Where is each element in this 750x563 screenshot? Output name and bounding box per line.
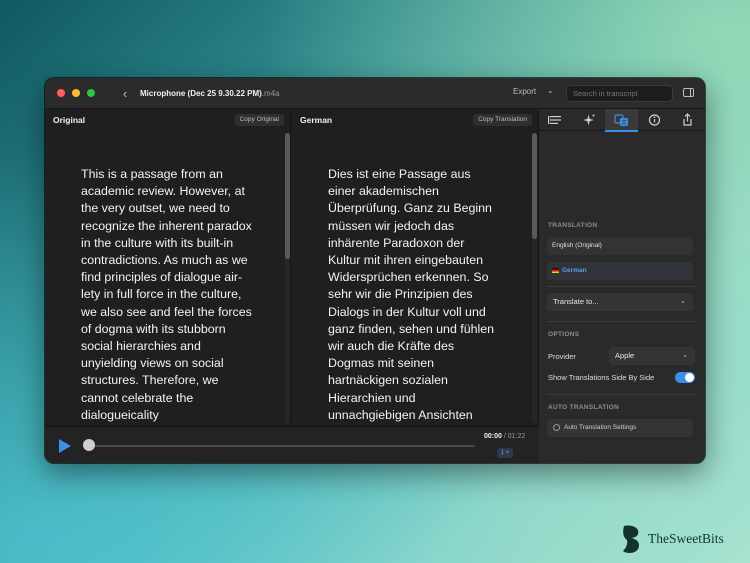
auto-translation-settings-label: Auto Translation Settings	[564, 424, 637, 431]
playhead-knob[interactable]	[83, 439, 95, 451]
inspector-panel: 文 TRANSLATION English (Original) German	[539, 109, 705, 463]
german-flag-icon	[552, 267, 559, 273]
back-chevron-icon[interactable]: ‹	[118, 86, 132, 101]
export-button[interactable]: Export	[513, 87, 536, 96]
translation-pane-title: German	[300, 115, 333, 125]
sidebar-toggle-icon[interactable]	[683, 88, 694, 97]
language-english-original[interactable]: English (Original)	[547, 237, 693, 255]
sparkle-icon	[583, 114, 595, 126]
playback-speed-button[interactable]: 1 ×	[497, 448, 513, 458]
side-by-side-toggle[interactable]	[675, 372, 695, 383]
watermark-brand-text: TheSweetBits	[648, 531, 724, 546]
original-scroll-thumb[interactable]	[285, 133, 290, 259]
tab-transcript[interactable]	[539, 109, 572, 131]
export-chevron-icon[interactable]: ⌄	[547, 86, 554, 95]
info-icon	[648, 114, 661, 126]
chevron-down-icon: ⌄	[680, 298, 686, 305]
provider-value: Apple	[615, 351, 635, 360]
original-pane-title: Original	[53, 115, 86, 125]
section-divider	[547, 286, 697, 287]
section-divider	[547, 321, 697, 322]
language-german[interactable]: German	[547, 262, 693, 280]
search-input[interactable]: Search in transcript	[566, 85, 673, 102]
copy-translation-button[interactable]: Copy Translation	[473, 114, 532, 126]
window-title-extension: .m4a	[261, 88, 280, 98]
tab-info[interactable]	[638, 109, 671, 131]
auto-translation-section-label: AUTO TRANSLATION	[548, 404, 619, 411]
translation-scrollbar[interactable]	[532, 133, 537, 423]
app-window: ‹ Microphone (Dec 25 9.30.22 PM).m4a Exp…	[45, 78, 705, 463]
copy-original-button[interactable]: Copy Original	[234, 114, 284, 126]
playback-time: 00:00 / 01:22	[484, 433, 525, 440]
window-controls	[57, 89, 95, 97]
play-icon[interactable]	[59, 439, 71, 453]
share-icon	[683, 113, 692, 126]
original-pane-header: Original Copy Original	[45, 109, 290, 131]
translation-pane-header: German Copy Translation	[292, 109, 538, 131]
translate-to-label: Translate to...	[553, 297, 599, 306]
chevron-down-icon: ⌄	[682, 352, 688, 359]
transcript-list-icon	[548, 116, 561, 124]
watermark: TheSweetBits	[620, 524, 724, 554]
tab-translation[interactable]: 文	[605, 109, 638, 132]
original-transcript-pane: Original Copy Original This is a passage…	[45, 109, 291, 426]
window-title: Microphone (Dec 25 9.30.22 PM).m4a	[140, 89, 280, 98]
translate-icon: 文	[614, 114, 628, 126]
translation-text: Dies ist eine Passage aus einer akademis…	[328, 167, 495, 422]
original-transcript-text: This is a passage from an academic revie…	[81, 167, 252, 422]
minimize-window-button[interactable]	[72, 89, 80, 97]
svg-text:文: 文	[621, 118, 627, 126]
tab-share[interactable]	[671, 109, 704, 131]
provider-select[interactable]: Apple ⌄	[609, 347, 695, 365]
current-time: 00:00	[484, 433, 502, 440]
language-german-label: German	[562, 267, 587, 274]
translation-scroll-thumb[interactable]	[532, 133, 537, 239]
playback-progress-track[interactable]	[89, 445, 475, 447]
translate-to-select[interactable]: Translate to... ⌄	[547, 293, 693, 311]
window-title-name: Microphone (Dec 25 9.30.22 PM)	[140, 88, 262, 98]
zoom-window-button[interactable]	[87, 89, 95, 97]
translation-pane: German Copy Translation Dies ist eine Pa…	[292, 109, 539, 426]
provider-label: Provider	[548, 352, 576, 361]
playback-bar: 00:00 / 01:22 1 ×	[45, 426, 539, 463]
duration: 01:22	[507, 433, 526, 440]
globe-icon	[553, 424, 560, 431]
auto-translation-settings-button[interactable]: Auto Translation Settings	[547, 419, 693, 437]
title-bar: ‹ Microphone (Dec 25 9.30.22 PM).m4a Exp…	[45, 78, 705, 109]
section-divider	[547, 394, 697, 395]
side-by-side-label: Show Translations Side By Side	[548, 373, 655, 382]
inspector-tabs: 文	[539, 109, 705, 132]
sweetbits-logo-icon	[620, 524, 642, 554]
tab-ai[interactable]	[572, 109, 605, 131]
original-scrollbar[interactable]	[285, 133, 290, 423]
close-window-button[interactable]	[57, 89, 65, 97]
translation-section-label: TRANSLATION	[548, 222, 598, 229]
options-section-label: OPTIONS	[548, 331, 580, 338]
